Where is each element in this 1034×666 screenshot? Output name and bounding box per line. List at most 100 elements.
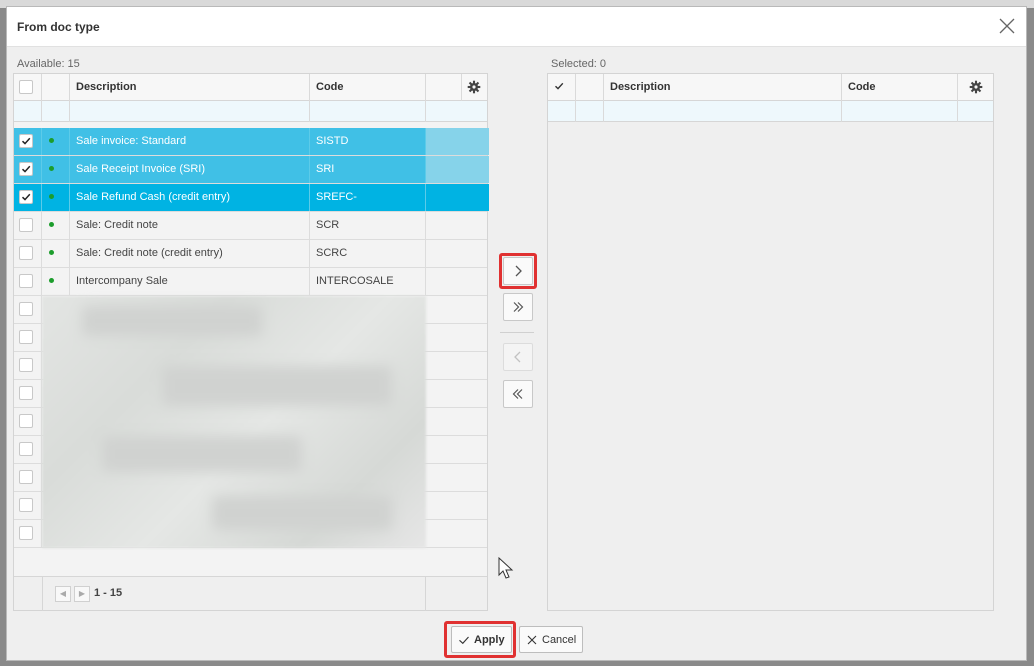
status-cell [42, 268, 70, 295]
column-settings-button[interactable] [462, 74, 489, 101]
select-all-checkbox[interactable] [19, 80, 33, 94]
row-checkbox[interactable] [19, 134, 33, 148]
status-cell [42, 128, 70, 155]
row-checkbox-cell [14, 492, 42, 519]
move-all-right-button[interactable] [503, 293, 533, 321]
table-row[interactable]: Sale: Credit note SCR [14, 212, 487, 240]
selected-caption: Selected: 0 [551, 58, 607, 70]
table-row[interactable]: Sale Receipt Invoice (SRI) SRI [14, 156, 489, 184]
row-extra-cell [426, 184, 489, 211]
select-all-checkbox[interactable] [553, 80, 567, 94]
available-grid: Description Code Sale invoice: Standard … [13, 73, 489, 611]
apply-label: Apply [474, 633, 505, 646]
row-checkbox-cell [14, 464, 42, 491]
row-code: SRI [310, 156, 426, 183]
check-icon [555, 82, 564, 90]
row-checkbox[interactable] [19, 470, 33, 484]
chevron-right-icon [515, 265, 522, 277]
row-checkbox-cell [14, 184, 42, 211]
check-icon [21, 193, 31, 201]
row-checkbox[interactable] [19, 190, 33, 204]
row-checkbox[interactable] [19, 246, 33, 260]
table-row[interactable]: Sale invoice: Standard SISTD [14, 128, 489, 156]
double-chevron-right-icon [513, 302, 524, 312]
row-code: SCR [310, 212, 426, 239]
redacted-content [42, 296, 426, 548]
row-code: SISTD [310, 128, 426, 155]
code-col-header[interactable]: Code [842, 74, 958, 101]
row-checkbox-cell [14, 128, 42, 155]
close-icon [999, 18, 1015, 34]
transfer-divider [500, 332, 534, 333]
row-checkbox-cell [14, 156, 42, 183]
apply-button[interactable]: Apply [451, 626, 512, 653]
filter-cell [576, 101, 604, 122]
row-checkbox[interactable] [19, 498, 33, 512]
row-checkbox[interactable] [19, 414, 33, 428]
description-col-header[interactable]: Description [604, 74, 842, 101]
row-checkbox[interactable] [19, 330, 33, 344]
row-checkbox-cell [14, 352, 42, 379]
code-filter-input[interactable] [842, 101, 958, 122]
selected-grid-header: Description Code [548, 74, 993, 101]
selected-filter-row [548, 101, 993, 122]
available-caption: Available: 15 [17, 58, 80, 70]
column-settings-button[interactable] [958, 74, 995, 101]
row-checkbox[interactable] [19, 442, 33, 456]
cancel-label: Cancel [542, 633, 577, 646]
status-cell [42, 184, 70, 211]
mouse-cursor-icon [498, 557, 514, 579]
code-filter-input[interactable] [310, 101, 426, 122]
prev-page-button[interactable]: ◀ [55, 586, 71, 602]
status-dot-icon [49, 278, 54, 283]
row-description: Intercompany Sale [70, 268, 310, 295]
row-checkbox[interactable] [19, 274, 33, 288]
move-left-button[interactable] [503, 343, 533, 371]
row-description: Sale: Credit note (credit entry) [70, 240, 310, 267]
row-checkbox[interactable] [19, 302, 33, 316]
description-filter-input[interactable] [70, 101, 310, 122]
page-range: 1 - 15 [94, 587, 123, 599]
row-description: Sale invoice: Standard [70, 128, 310, 155]
table-row[interactable]: Intercompany Sale INTERCOSALE [14, 268, 487, 296]
row-code: INTERCOSALE [310, 268, 426, 295]
available-grid-header: Description Code [14, 74, 487, 101]
move-right-button[interactable] [503, 257, 533, 285]
row-checkbox-cell [14, 436, 42, 463]
row-code: SREFC- [310, 184, 426, 211]
code-col-header[interactable]: Code [310, 74, 426, 101]
row-checkbox[interactable] [19, 218, 33, 232]
cancel-button[interactable]: Cancel [519, 626, 584, 653]
description-col-header[interactable]: Description [70, 74, 310, 101]
row-extra-cell [426, 128, 489, 155]
row-checkbox-cell [14, 408, 42, 435]
row-checkbox[interactable] [19, 162, 33, 176]
row-extra-cell [426, 156, 489, 183]
from-doc-type-dialog: From doc type Available: 15 Description … [6, 6, 1027, 661]
filter-cell [42, 101, 70, 122]
close-button[interactable] [996, 15, 1018, 37]
check-icon [459, 636, 469, 644]
filter-cell [14, 101, 42, 122]
row-checkbox[interactable] [19, 386, 33, 400]
row-description: Sale Refund Cash (credit entry) [70, 184, 310, 211]
check-icon [21, 137, 31, 145]
check-icon [21, 165, 31, 173]
row-extra-cell [426, 268, 489, 295]
available-pager: ◀ ▶ 1 - 15 [14, 576, 487, 611]
status-cell [42, 156, 70, 183]
filter-cell [548, 101, 576, 122]
gear-icon [969, 80, 983, 94]
table-row[interactable]: Sale: Credit note (credit entry) SCRC [14, 240, 487, 268]
status-col-header [576, 74, 604, 101]
row-checkbox-cell [14, 240, 42, 267]
row-checkbox[interactable] [19, 526, 33, 540]
row-description: Sale: Credit note [70, 212, 310, 239]
table-row[interactable]: Sale Refund Cash (credit entry) SREFC- [14, 184, 489, 212]
next-page-button[interactable]: ▶ [74, 586, 90, 602]
dialog-title: From doc type [17, 20, 100, 34]
row-checkbox[interactable] [19, 358, 33, 372]
move-all-left-button[interactable] [503, 380, 533, 408]
description-filter-input[interactable] [604, 101, 842, 122]
row-checkbox-cell [14, 268, 42, 295]
